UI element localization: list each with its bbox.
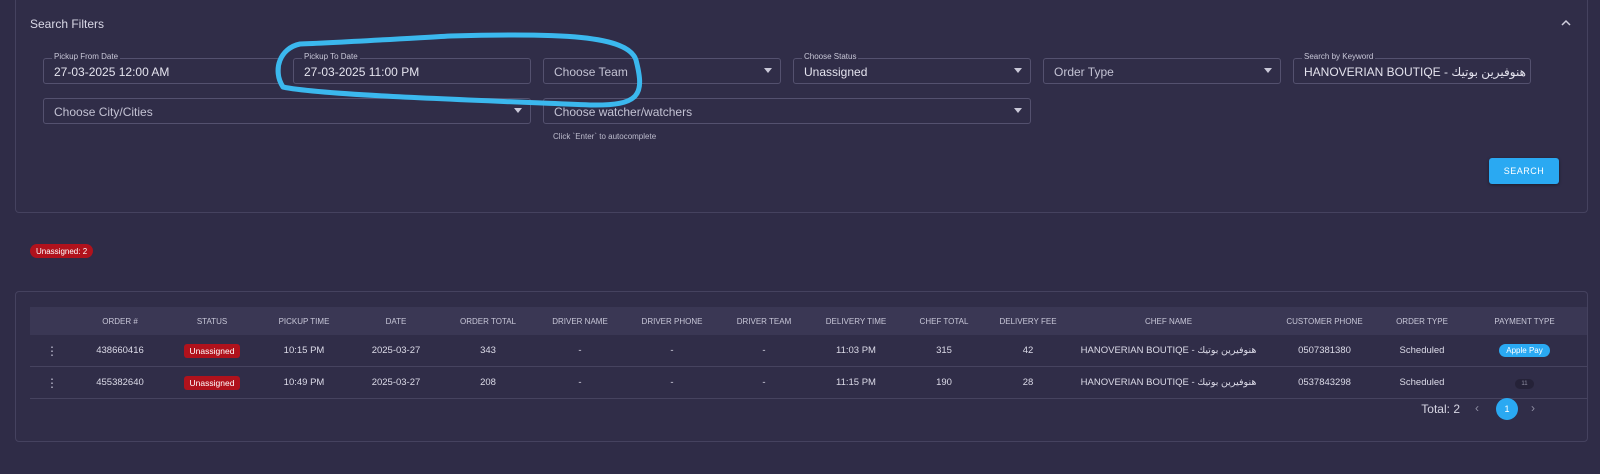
panel-title: Search Filters xyxy=(30,17,105,31)
status-select[interactable]: Choose Status Unassigned xyxy=(793,52,1031,84)
keyword-value: HANOVERIAN BOUTIQE - هنوفيرين بوتيك xyxy=(1304,65,1526,79)
payment-cell: Apple Pay xyxy=(1462,335,1587,367)
date: 2025-03-27 xyxy=(350,366,442,399)
chef-total: 315 xyxy=(902,335,986,367)
header-order-total[interactable]: ORDER TOTAL xyxy=(442,307,534,335)
city-select[interactable]: Choose City/Cities xyxy=(43,98,531,124)
header-customer-phone[interactable]: CUSTOMER PHONE xyxy=(1267,307,1382,335)
team-placeholder: Choose Team xyxy=(554,65,628,79)
pagination-total: Total: 2 xyxy=(1421,402,1460,416)
driver-team: - xyxy=(718,366,810,399)
header-delivery-time[interactable]: DELIVERY TIME xyxy=(810,307,902,335)
order-number: 455382640 xyxy=(74,366,166,399)
orders-table: ORDER # STATUS PICKUP TIME DATE ORDER TO… xyxy=(30,307,1587,399)
kebab-icon[interactable]: ⋮ xyxy=(30,335,74,367)
header-driver-team[interactable]: DRIVER TEAM xyxy=(718,307,810,335)
page-1-button[interactable]: 1 xyxy=(1496,398,1518,420)
order-number: 438660416 xyxy=(74,335,166,367)
pickup-from-date-field[interactable]: Pickup From Date 27-03-2025 12:00 AM xyxy=(43,52,281,84)
pickup-to-value: 27-03-2025 11:00 PM xyxy=(304,65,420,79)
payment-badge: 11 xyxy=(1515,378,1534,389)
pickup-from-label: Pickup From Date xyxy=(52,52,121,62)
header-chef-total[interactable]: CHEF TOTAL xyxy=(902,307,986,335)
status-badge: Unassigned xyxy=(183,343,241,358)
autocomplete-hint: Click `Enter` to autocomplete xyxy=(553,132,657,141)
payment-cell: 11 xyxy=(1462,366,1587,399)
caret-down-icon xyxy=(1264,68,1272,73)
order-total: 343 xyxy=(442,335,534,367)
caret-down-icon xyxy=(764,68,772,73)
pickup-time: 10:49 PM xyxy=(258,366,350,399)
chevron-right-icon[interactable]: › xyxy=(1531,401,1535,415)
customer-phone: 0507381380 xyxy=(1267,335,1382,367)
order-type: Scheduled xyxy=(1382,366,1462,399)
caret-down-icon xyxy=(1014,108,1022,113)
caret-down-icon xyxy=(1014,68,1022,73)
status-label: Choose Status xyxy=(802,52,859,62)
status-value: Unassigned xyxy=(804,65,868,79)
status-cell: Unassigned xyxy=(166,366,258,399)
caret-down-icon xyxy=(514,108,522,113)
order-total: 208 xyxy=(442,366,534,399)
table-row[interactable]: ⋮ 455382640 Unassigned 10:49 PM 2025-03-… xyxy=(30,366,1587,399)
delivery-fee: 28 xyxy=(986,366,1070,399)
customer-phone: 0537843298 xyxy=(1267,366,1382,399)
pickup-time: 10:15 PM xyxy=(258,335,350,367)
header-driver-phone[interactable]: DRIVER PHONE xyxy=(626,307,718,335)
driver-team: - xyxy=(718,335,810,367)
header-order[interactable]: ORDER # xyxy=(74,307,166,335)
header-order-type[interactable]: ORDER TYPE xyxy=(1382,307,1462,335)
pickup-from-value: 27-03-2025 12:00 AM xyxy=(54,65,170,79)
header-pickup-time[interactable]: PICKUP TIME xyxy=(258,307,350,335)
header-date[interactable]: DATE xyxy=(350,307,442,335)
watcher-placeholder: Choose watcher/watchers xyxy=(554,105,693,119)
driver-name: - xyxy=(534,335,626,367)
search-filters-panel: Search Filters Pickup From Date 27-03-20… xyxy=(15,0,1588,213)
header-menu xyxy=(30,307,74,335)
watcher-select[interactable]: Choose watcher/watchers xyxy=(543,98,1031,124)
header-driver-name[interactable]: DRIVER NAME xyxy=(534,307,626,335)
header-delivery-fee[interactable]: DELIVERY FEE xyxy=(986,307,1070,335)
chevron-left-icon[interactable]: ‹ xyxy=(1475,401,1479,415)
order-type-placeholder: Order Type xyxy=(1054,65,1114,79)
chef-total: 190 xyxy=(902,366,986,399)
pickup-to-date-field[interactable]: Pickup To Date 27-03-2025 11:00 PM xyxy=(293,52,531,84)
kebab-icon[interactable]: ⋮ xyxy=(30,366,74,399)
delivery-time: 11:15 PM xyxy=(810,366,902,399)
header-payment-type[interactable]: PAYMENT TYPE xyxy=(1462,307,1587,335)
city-placeholder: Choose City/Cities xyxy=(54,105,153,119)
unassigned-count-badge: Unassigned: 2 xyxy=(30,244,94,258)
date: 2025-03-27 xyxy=(350,335,442,367)
payment-badge: Apple Pay xyxy=(1499,344,1550,357)
driver-phone: - xyxy=(626,366,718,399)
delivery-time: 11:03 PM xyxy=(810,335,902,367)
header-chef-name[interactable]: CHEF NAME xyxy=(1070,307,1267,335)
chef-name: HANOVERIAN BOUTIQE - هنوفيرين بوتيك xyxy=(1070,335,1267,367)
chef-name: HANOVERIAN BOUTIQE - هنوفيرين بوتيك xyxy=(1070,366,1267,399)
header-status[interactable]: STATUS xyxy=(166,307,258,335)
team-select[interactable]: Choose Team xyxy=(543,58,781,84)
table-row[interactable]: ⋮ 438660416 Unassigned 10:15 PM 2025-03-… xyxy=(30,335,1587,367)
driver-phone: - xyxy=(626,335,718,367)
chevron-up-icon[interactable] xyxy=(1559,16,1573,30)
order-type: Scheduled xyxy=(1382,335,1462,367)
keyword-search-input[interactable]: Search by Keyword HANOVERIAN BOUTIQE - ه… xyxy=(1293,52,1531,84)
pickup-to-label: Pickup To Date xyxy=(302,52,360,62)
status-cell: Unassigned xyxy=(166,335,258,367)
delivery-fee: 42 xyxy=(986,335,1070,367)
pagination: Total: 2 ‹ 1 › xyxy=(16,398,1587,420)
table-header-row: ORDER # STATUS PICKUP TIME DATE ORDER TO… xyxy=(30,307,1587,335)
search-button[interactable]: SEARCH xyxy=(1489,158,1559,184)
orders-table-panel: ORDER # STATUS PICKUP TIME DATE ORDER TO… xyxy=(15,291,1588,442)
driver-name: - xyxy=(534,366,626,399)
order-type-select[interactable]: Order Type xyxy=(1043,58,1281,84)
keyword-label: Search by Keyword xyxy=(1302,52,1376,62)
status-badge: Unassigned xyxy=(183,375,241,390)
